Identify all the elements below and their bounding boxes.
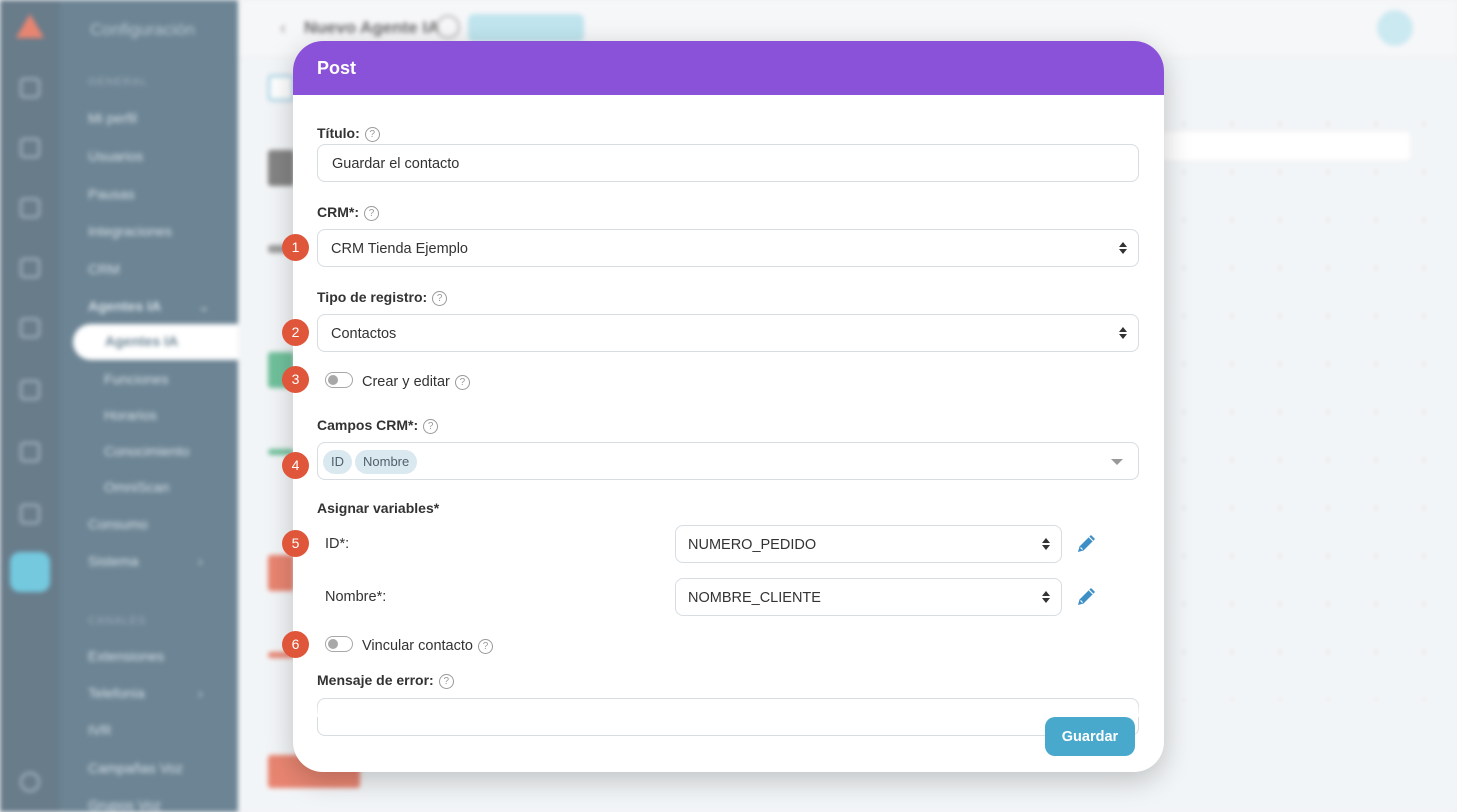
scroll-fade bbox=[293, 703, 1164, 717]
select-arrows-icon bbox=[1042, 537, 1050, 551]
help-icon[interactable]: ? bbox=[423, 419, 439, 434]
post-modal: Post Título:? Guardar el contacto CRM*:?… bbox=[293, 41, 1164, 772]
step-badge-4: 4 bbox=[282, 452, 309, 479]
help-icon[interactable]: ? bbox=[454, 375, 470, 390]
help-icon[interactable]: ? bbox=[477, 639, 493, 654]
step-badge-3: 3 bbox=[282, 366, 309, 393]
vincular-contacto-toggle[interactable] bbox=[325, 636, 353, 652]
step-badge-1: 1 bbox=[282, 234, 309, 261]
step-badge-5: 5 bbox=[282, 530, 309, 557]
crear-editar-label: Crear y editar bbox=[362, 374, 450, 390]
var-id-value: NUMERO_PEDIDO bbox=[688, 537, 817, 553]
tipo-registro-label-row: Tipo de registro:? bbox=[317, 289, 448, 306]
modal-header: Post bbox=[293, 41, 1164, 95]
mensaje-error-label-row: Mensaje de error:? bbox=[317, 672, 454, 689]
crm-value: CRM Tienda Ejemplo bbox=[331, 241, 468, 257]
step-badge-2: 2 bbox=[282, 319, 309, 346]
var-id-label: ID*: bbox=[325, 536, 350, 552]
crm-label: CRM*: bbox=[317, 204, 359, 220]
mensaje-error-label: Mensaje de error: bbox=[317, 672, 434, 688]
select-arrows-icon bbox=[1042, 590, 1050, 604]
field-chip[interactable]: Nombre bbox=[355, 450, 418, 474]
help-icon[interactable]: ? bbox=[438, 674, 454, 689]
campos-crm-multiselect[interactable]: ID Nombre bbox=[317, 442, 1139, 480]
tipo-registro-value: Contactos bbox=[331, 326, 397, 342]
save-button[interactable]: Guardar bbox=[1045, 717, 1135, 756]
crear-editar-label-row: Crear y editar? bbox=[362, 374, 470, 390]
toggle-knob bbox=[328, 375, 338, 385]
titulo-label-row: Título:? bbox=[317, 125, 380, 142]
field-chip[interactable]: ID bbox=[323, 450, 352, 474]
dropdown-caret-icon[interactable] bbox=[1111, 459, 1123, 465]
help-icon[interactable]: ? bbox=[364, 206, 379, 221]
step-badge-6: 6 bbox=[282, 631, 309, 658]
var-nombre-label: Nombre*: bbox=[325, 589, 387, 605]
var-nombre-select[interactable]: NOMBRE_CLIENTE bbox=[675, 578, 1062, 616]
modal-title: Post bbox=[317, 58, 357, 78]
crm-select[interactable]: CRM Tienda Ejemplo bbox=[317, 229, 1139, 267]
var-nombre-value: NOMBRE_CLIENTE bbox=[688, 590, 821, 606]
crear-editar-toggle[interactable] bbox=[325, 372, 353, 388]
var-id-select[interactable]: NUMERO_PEDIDO bbox=[675, 525, 1062, 563]
help-icon[interactable]: ? bbox=[432, 291, 448, 306]
select-arrows-icon bbox=[1119, 326, 1127, 340]
campos-crm-label: Campos CRM*: bbox=[317, 417, 419, 433]
edit-pencil-icon[interactable] bbox=[1075, 531, 1099, 555]
titulo-input[interactable]: Guardar el contacto bbox=[317, 144, 1139, 182]
titulo-value: Guardar el contacto bbox=[332, 156, 460, 172]
tipo-registro-label: Tipo de registro: bbox=[317, 289, 428, 305]
tipo-registro-select[interactable]: Contactos bbox=[317, 314, 1139, 352]
vincular-contacto-label: Vincular contacto bbox=[362, 638, 473, 654]
help-icon[interactable]: ? bbox=[364, 127, 380, 142]
edit-pencil-icon[interactable] bbox=[1075, 584, 1099, 608]
vincular-contacto-label-row: Vincular contacto? bbox=[362, 638, 493, 654]
asignar-variables-label: Asignar variables* bbox=[317, 500, 440, 516]
toggle-knob bbox=[328, 639, 338, 649]
select-arrows-icon bbox=[1119, 241, 1127, 255]
crm-label-row: CRM*:? bbox=[317, 204, 379, 221]
titulo-label: Título: bbox=[317, 125, 360, 141]
campos-crm-label-row: Campos CRM*:? bbox=[317, 417, 439, 434]
